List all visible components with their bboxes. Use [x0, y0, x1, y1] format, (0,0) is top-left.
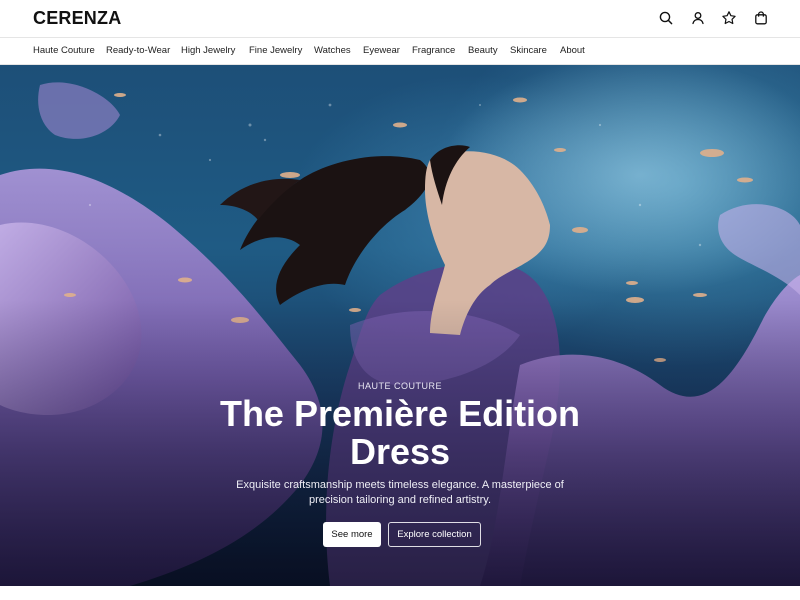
nav-item-fine-jewelry[interactable]: Fine Jewelry: [249, 45, 302, 56]
shopping-bag-icon[interactable]: [752, 9, 770, 27]
hero-title: The Première Edition Dress: [150, 395, 650, 471]
star-icon[interactable]: [720, 9, 738, 27]
hero-title-line2: Dress: [349, 431, 451, 472]
user-icon[interactable]: [689, 9, 707, 27]
see-more-button[interactable]: See more: [323, 522, 381, 547]
nav-item-high-jewelry[interactable]: High Jewelry: [181, 45, 235, 56]
explore-collection-button[interactable]: Explore collection: [388, 522, 481, 547]
nav-item-ready-to-wear[interactable]: Ready-to-Wear: [106, 45, 170, 56]
hero-banner: HAUTE COUTURE The Première Edition Dress…: [0, 65, 800, 586]
nav-item-beauty[interactable]: Beauty: [468, 45, 498, 56]
search-icon[interactable]: [657, 9, 675, 27]
hero-eyebrow: HAUTE COUTURE: [357, 381, 442, 391]
brand-logo[interactable]: CERENZA: [33, 8, 121, 29]
nav-item-fragrance[interactable]: Fragrance: [412, 45, 455, 56]
hero-overlay: [0, 65, 800, 586]
hero-subtitle: Exquisite craftsmanship meets timeless e…: [236, 479, 564, 506]
nav-item-about[interactable]: About: [560, 45, 585, 56]
nav-item-watches[interactable]: Watches: [314, 45, 351, 56]
nav-item-haute-couture[interactable]: Haute Couture: [33, 45, 95, 56]
nav-item-eyewear[interactable]: Eyewear: [363, 45, 400, 56]
top-header: CERENZA: [0, 0, 800, 37]
category-nav: Haute Couture Ready-to-Wear High Jewelry…: [0, 37, 800, 65]
hero-title-line1: The Première Edition: [219, 393, 581, 434]
nav-item-skincare[interactable]: Skincare: [510, 45, 547, 56]
